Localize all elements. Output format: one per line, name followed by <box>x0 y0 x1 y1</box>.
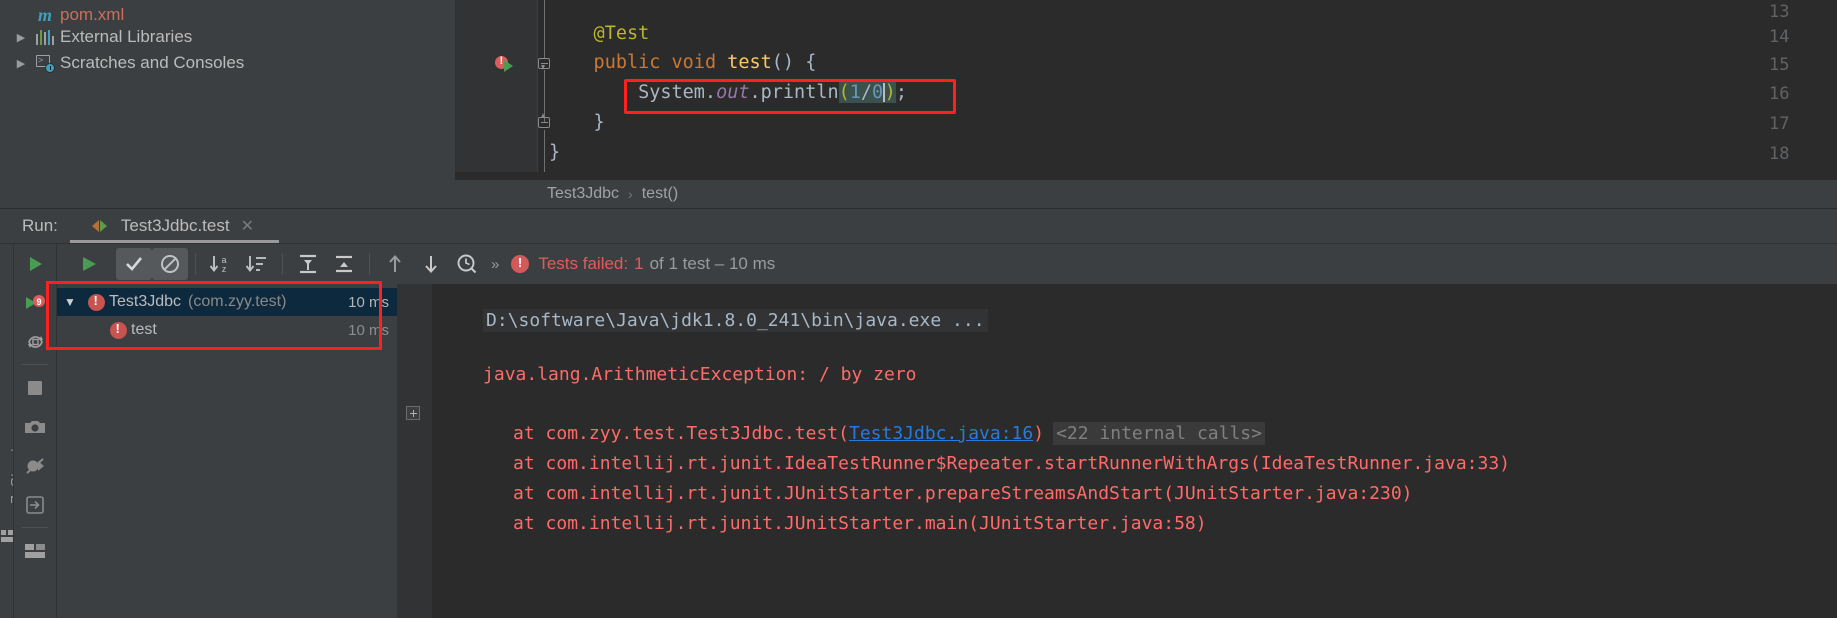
sort-alphabetically-button[interactable]: a z <box>203 248 239 280</box>
tree-item-label: External Libraries <box>60 27 193 46</box>
chevron-right-icon[interactable]: ▶ <box>10 31 32 44</box>
console-output[interactable]: D:\software\Java\jdk1.8.0_241\bin\java.e… <box>400 284 1837 618</box>
test-failed-icon <box>105 321 131 339</box>
line-number: 14 <box>1769 27 1790 47</box>
code-line-16: System.out.println(1/0); <box>638 82 907 103</box>
debug-button[interactable]: 9 <box>14 283 56 322</box>
breadcrumb: Test3Jdbc › test() <box>455 180 1837 208</box>
export-arrow-icon[interactable] <box>14 485 56 524</box>
code-line-18: } <box>549 142 561 163</box>
line-number: 16 <box>1769 84 1790 104</box>
run-tool-window-header: Run: Test3Jdbc.test ✕ <box>0 209 1837 243</box>
test-duration: 10 ms <box>348 321 389 339</box>
code-editor[interactable]: 13 14 15 16 17 18 @Test public void <box>455 0 1837 180</box>
tree-item-scratches-and-consoles[interactable]: ▶ > Scratches and Consoles <box>0 48 455 78</box>
test-failed-icon <box>83 293 109 311</box>
test-class-name: Test3Jdbc <box>109 293 182 310</box>
stop-button[interactable] <box>14 368 56 407</box>
code-line-17: } <box>549 112 605 133</box>
test-status-count: 1 <box>634 254 644 273</box>
line-number: 18 <box>1769 144 1790 164</box>
test-class-package: (com.zyy.test) <box>188 293 287 310</box>
chevron-down-icon[interactable]: ▼ <box>57 295 83 309</box>
expand-stack-frame-icon[interactable] <box>406 406 420 420</box>
test-runner-toolbar: a z » ! Tests failed: 1 of 1 test – 10 m… <box>57 244 1837 284</box>
chevron-right-icon[interactable]: ▶ <box>10 57 32 70</box>
next-failed-button[interactable] <box>413 248 449 280</box>
rerun-tests-button[interactable] <box>71 248 107 280</box>
breadcrumb-class[interactable]: Test3Jdbc <box>547 185 619 203</box>
code-line-14: @Test <box>549 23 650 44</box>
scratches-icon: > <box>32 55 58 73</box>
test-results-tree[interactable]: ▼ Test3Jdbc (com.zyy.test) 10 ms ▼ test … <box>57 284 397 618</box>
run-tab-test3jdbc-test[interactable]: Test3Jdbc.test ✕ <box>91 216 254 236</box>
idea-window: ▶ m pom.xml ▶ External Libraries ▶ > Scr… <box>0 0 1837 618</box>
line-number: 13 <box>1769 2 1790 22</box>
sort-by-duration-button[interactable] <box>239 248 275 280</box>
toolbar-separator <box>22 364 48 365</box>
run-configuration-icon <box>91 218 112 234</box>
console-line-exception: java.lang.ArithmeticException: / by zero <box>483 364 917 385</box>
mute-breakpoints-icon[interactable] <box>14 446 56 485</box>
expand-all-button[interactable] <box>290 248 326 280</box>
collapse-all-button[interactable] <box>326 248 362 280</box>
camera-icon[interactable] <box>14 407 56 446</box>
tree-item-label: Scratches and Consoles <box>60 53 245 72</box>
line-number: 17 <box>1769 114 1790 134</box>
test-status: Tests failed: 1 of 1 test – 10 ms <box>511 254 775 274</box>
run-test-gutter-icon[interactable] <box>495 54 517 76</box>
chevron-right-icon: ▶ <box>10 9 32 22</box>
run-button[interactable] <box>14 244 56 283</box>
code-line-15: public void test() { <box>549 52 817 73</box>
run-side-toolbar: 9 <box>14 244 56 618</box>
previous-failed-button[interactable] <box>377 248 413 280</box>
breadcrumb-separator: › <box>628 186 633 202</box>
editor-gutter[interactable] <box>455 0 537 180</box>
show-passed-button[interactable] <box>116 248 152 280</box>
table-row[interactable]: ▼ test 10 ms <box>57 316 397 344</box>
test-duration: 10 ms <box>348 293 389 311</box>
svg-text:9: 9 <box>36 297 41 307</box>
test-status-prefix: Tests failed: <box>538 254 629 273</box>
breadcrumb-method[interactable]: test() <box>642 185 678 203</box>
tree-indent: ▼ <box>57 323 83 337</box>
fold-line <box>544 0 546 58</box>
console-line-stack: at com.intellij.rt.junit.JUnitStarter.ma… <box>513 513 1207 534</box>
svg-text:z: z <box>222 264 227 274</box>
run-label: Run: <box>22 216 58 235</box>
line-number: 15 <box>1769 55 1790 75</box>
libraries-icon <box>32 29 58 45</box>
test-status-suffix: of 1 test – 10 ms <box>649 254 776 273</box>
test-history-button[interactable] <box>449 248 485 280</box>
toolbar-separator <box>22 527 48 528</box>
more-options-button[interactable]: » <box>485 256 505 273</box>
hide-ignored-button[interactable] <box>152 248 188 280</box>
error-icon <box>511 255 530 273</box>
test-method-name: test <box>131 321 157 338</box>
layout-grid-icon[interactable] <box>14 531 56 570</box>
close-icon[interactable]: ✕ <box>241 216 254 236</box>
run-tab-label: Test3Jdbc.test <box>120 216 230 235</box>
gutter-divider <box>537 0 538 180</box>
table-row[interactable]: ▼ Test3Jdbc (com.zyy.test) 10 ms <box>57 288 397 316</box>
rerun-failed-button[interactable] <box>14 322 56 361</box>
